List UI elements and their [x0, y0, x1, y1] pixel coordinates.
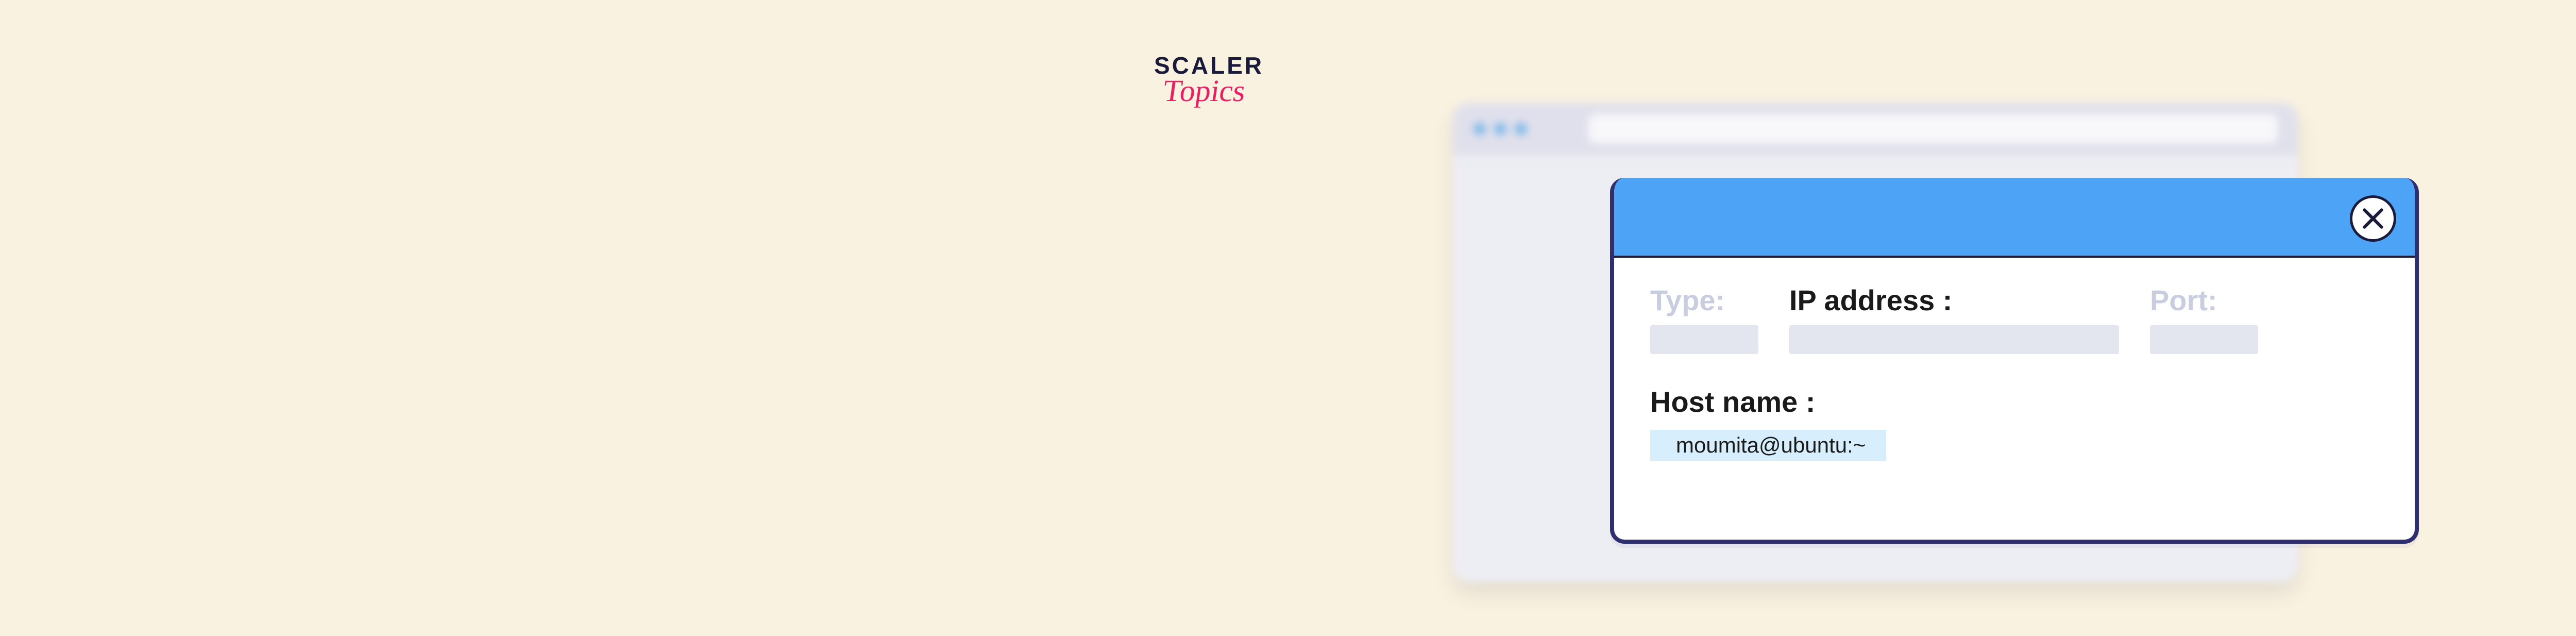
port-label: Port: — [2150, 283, 2258, 317]
port-field: Port: — [2150, 283, 2258, 354]
type-input[interactable] — [1650, 325, 1758, 354]
scaler-topics-logo: SCALER Topics — [1154, 52, 1264, 109]
browser-titlebar — [1453, 103, 2298, 155]
traffic-light-dot — [1473, 123, 1486, 135]
type-label: Type: — [1650, 283, 1758, 317]
traffic-light-dot — [1494, 123, 1506, 135]
close-button[interactable] — [2350, 195, 2396, 242]
dialog-row-2: Host name : moumita@ubuntu:~ — [1650, 385, 2379, 461]
dialog-titlebar — [1614, 178, 2415, 258]
ip-address-field: IP address : — [1789, 283, 2119, 354]
close-icon — [2360, 206, 2386, 231]
host-name-value: moumita@ubuntu:~ — [1676, 433, 1866, 457]
dialog-body: Type: IP address : Port: Host name : mou… — [1614, 258, 2415, 481]
traffic-lights — [1473, 123, 1527, 135]
address-bar — [1589, 114, 2277, 143]
ip-address-label: IP address : — [1789, 283, 2119, 317]
type-field: Type: — [1650, 283, 1758, 354]
ip-address-input[interactable] — [1789, 325, 2119, 354]
dialog-row-1: Type: IP address : Port: — [1650, 283, 2379, 354]
host-name-label: Host name : — [1650, 385, 2379, 419]
port-input[interactable] — [2150, 325, 2258, 354]
logo-topics-text: Topics — [1161, 73, 1266, 109]
host-name-value-highlight: moumita@ubuntu:~ — [1650, 430, 1886, 461]
connection-dialog: Type: IP address : Port: Host name : mou… — [1610, 178, 2419, 544]
traffic-light-dot — [1515, 123, 1527, 135]
